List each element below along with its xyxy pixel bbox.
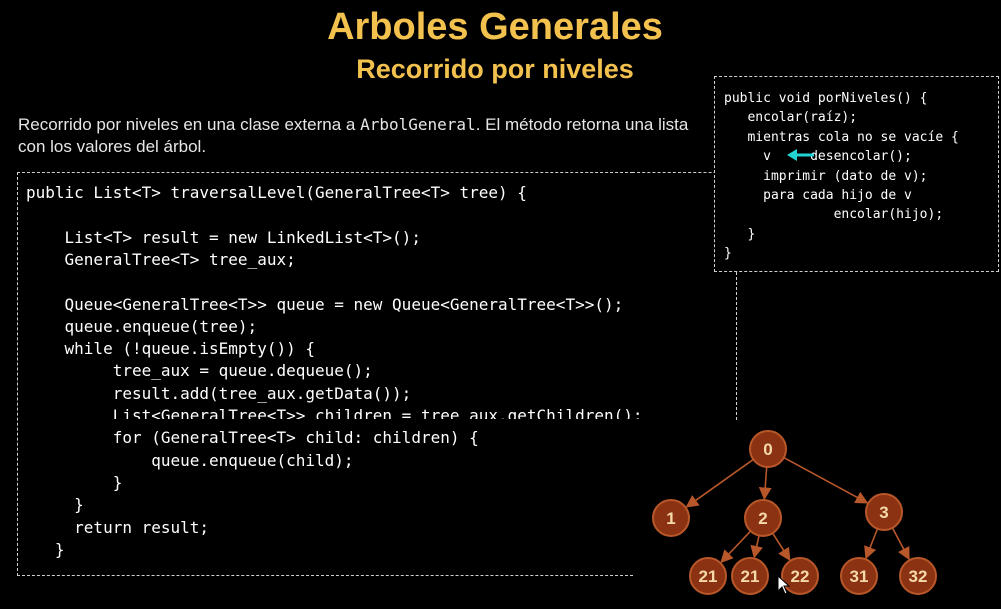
tree-edge [864, 528, 879, 560]
code-line: } [26, 539, 65, 559]
code-line: Queue<GeneralTree<T>> queue = new Queue<… [26, 294, 624, 314]
pseudocode-line: mientras cola no se vacíe { [724, 129, 959, 145]
pseudocode-line: } [724, 246, 732, 262]
pseudocode-line: v desencolar(); [724, 149, 912, 165]
tree-node-label: 1 [666, 509, 675, 528]
tree-node-label: 2 [758, 509, 767, 528]
code-line: result.add(tree_aux.getData()); [26, 383, 412, 403]
code-line: queue.enqueue(child); [26, 450, 354, 470]
pseudocode-line: imprimir (dato de v); [724, 168, 928, 184]
description-text: Recorrido por niveles en una clase exter… [18, 115, 361, 134]
tree-node-label: 3 [879, 503, 888, 522]
pseudocode-line: encolar(hijo); [724, 207, 944, 223]
mouse-cursor-icon [777, 575, 791, 595]
code-line: } [26, 472, 123, 492]
tree-node-label: 0 [763, 440, 772, 459]
tree-node-label: 22 [791, 567, 810, 586]
tree-edge [772, 532, 791, 561]
code-line: GeneralTree<T> tree_aux; [26, 249, 296, 269]
tree-node: 32 [899, 557, 937, 595]
slide-title: Arboles Generales [327, 6, 663, 48]
tree-node-label: 31 [850, 567, 869, 586]
tree-node: 21 [689, 557, 727, 595]
description-classname: ArbolGeneral [360, 115, 476, 134]
tree-node: 31 [840, 557, 878, 595]
code-line: tree_aux = queue.dequeue(); [26, 361, 373, 381]
tree-node-label: 32 [909, 567, 928, 586]
pseudocode-line: encolar(raíz); [724, 110, 858, 126]
tree-edge [750, 535, 763, 559]
code-line: for (GeneralTree<T> child: children) { [26, 428, 479, 448]
code-line: List<GeneralTree<T>> children = tree_aux… [26, 406, 643, 419]
code-line: } [26, 495, 84, 515]
tree-node-label: 21 [741, 567, 760, 586]
code-line: public List<T> traversalLevel(GeneralTre… [26, 183, 527, 202]
pseudocode-line: } [724, 226, 756, 242]
tree-node: 0 [749, 430, 787, 468]
tree-edge [685, 458, 754, 508]
tree-node-label: 21 [699, 567, 718, 586]
tree-diagram: 0 1 2 3 21 21 22 31 32 [652, 430, 937, 595]
pseudocode-line: para cada hijo de v [724, 188, 912, 203]
code-line: while (!queue.isEmpty()) { [26, 339, 315, 359]
code-line: return result; [26, 517, 210, 537]
left-arrow-icon [787, 149, 814, 161]
tree-edge [758, 466, 772, 501]
pseudocode-line: public void porNiveles() { [724, 91, 928, 106]
tree-edge [720, 530, 752, 564]
code-line: List<T> result = new LinkedList<T>(); [26, 227, 421, 247]
tree-edge [783, 456, 869, 504]
tree-node: 3 [865, 493, 903, 531]
tree-node: 1 [652, 499, 690, 537]
tree-node: 2 [744, 499, 782, 537]
code-line: queue.enqueue(tree); [26, 316, 258, 336]
tree-node: 21 [731, 557, 769, 595]
slide-description: Recorrido por niveles en una clase exter… [18, 114, 708, 158]
tree-edge [891, 527, 910, 561]
